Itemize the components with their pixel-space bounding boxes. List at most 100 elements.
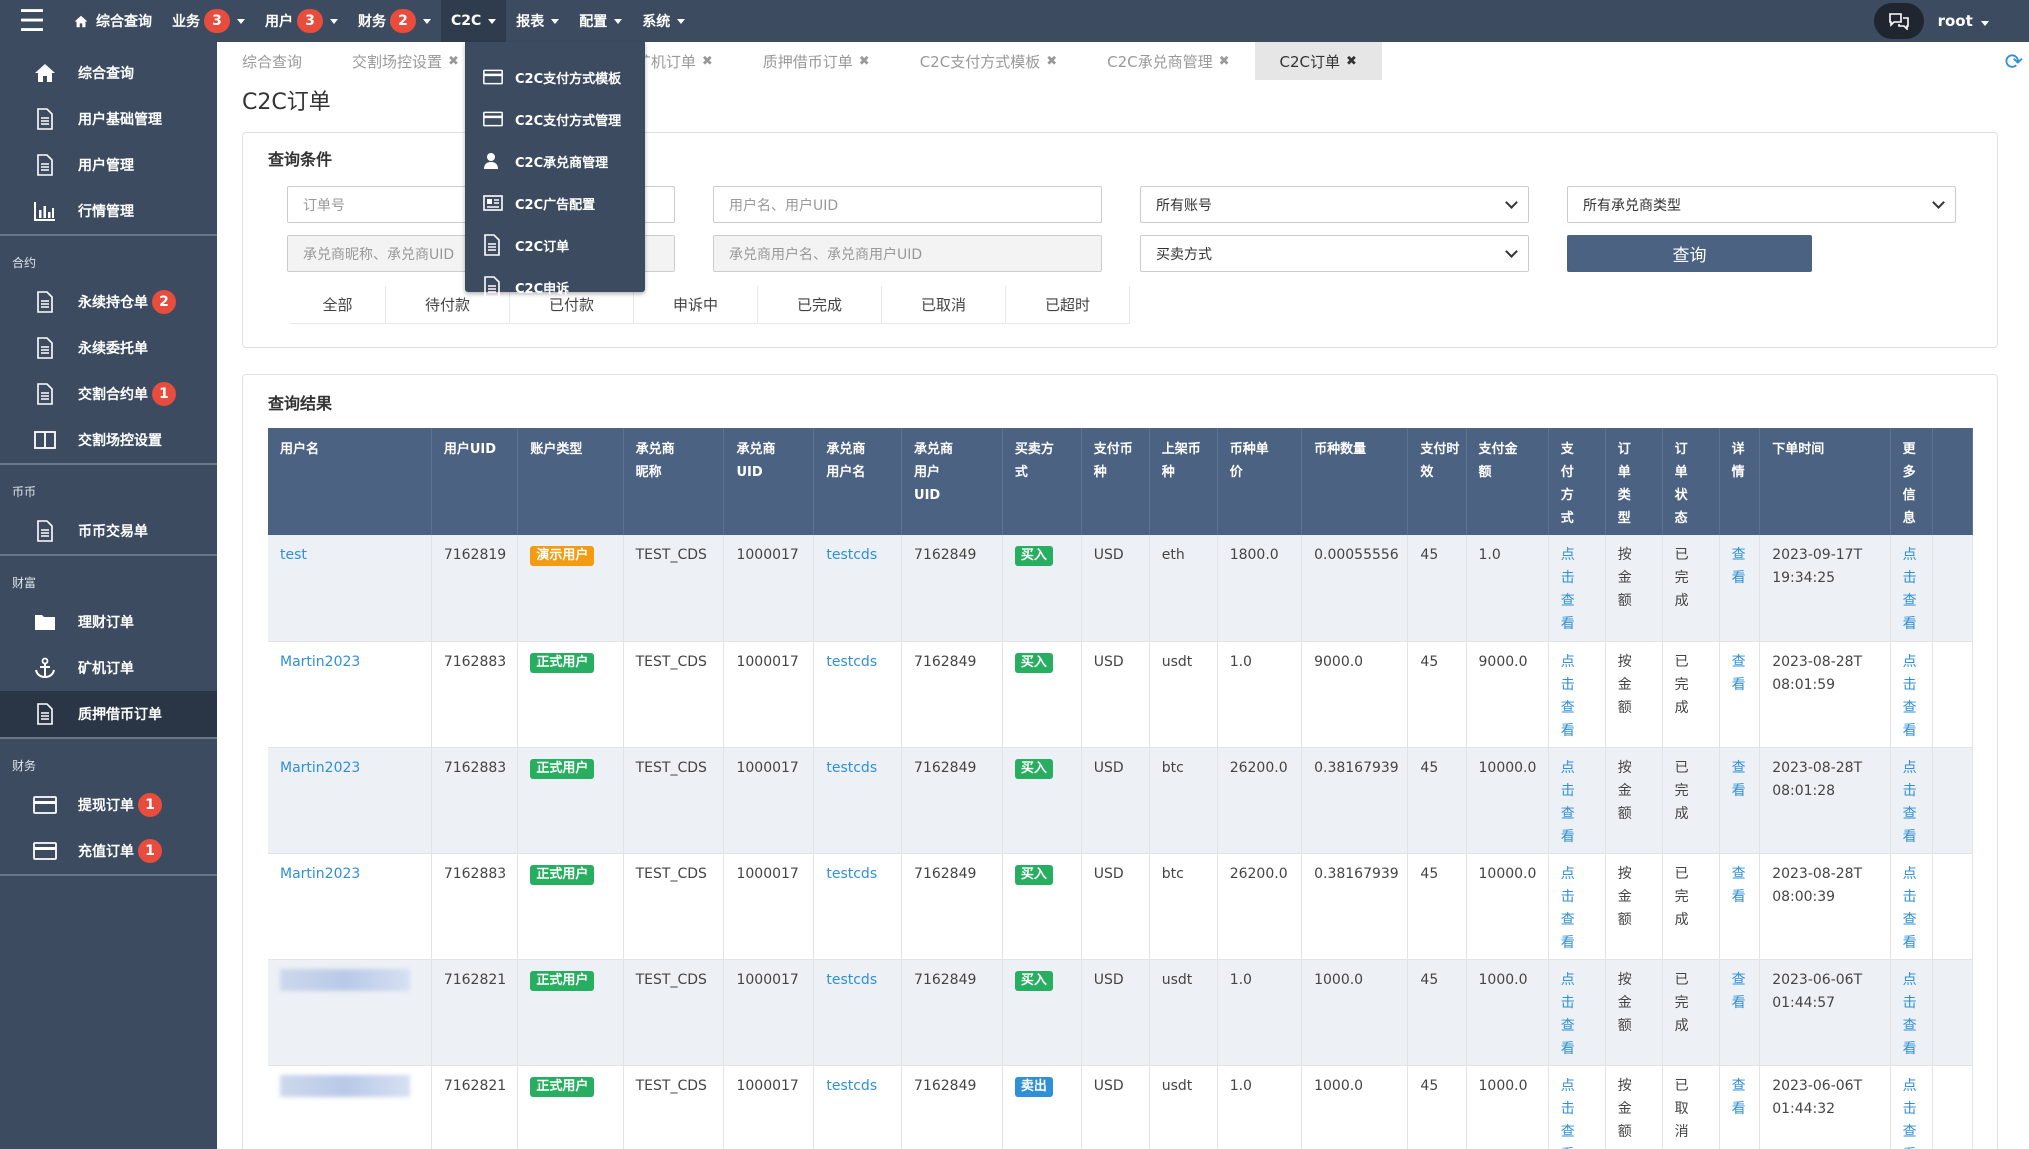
detail-link[interactable]: 查看 bbox=[1732, 863, 1746, 909]
sidebar-item-3-1[interactable]: 矿机订单 bbox=[0, 645, 217, 691]
nav-item-6[interactable]: 配置 bbox=[569, 0, 632, 42]
username-link[interactable]: Martin2023 bbox=[280, 866, 360, 882]
pay_method-link[interactable]: 点击查看 bbox=[1561, 544, 1575, 636]
detail-link[interactable]: 查看 bbox=[1732, 969, 1746, 1015]
detail-link[interactable]: 查看 bbox=[1732, 651, 1746, 697]
nav-item-4[interactable]: C2C bbox=[441, 0, 507, 42]
pay_method-link[interactable]: 点击查看 bbox=[1561, 969, 1575, 1061]
status-tab-6[interactable]: 已超时 bbox=[1006, 286, 1130, 323]
tab-0[interactable]: 综合查询 bbox=[217, 42, 327, 80]
username-link[interactable]: test bbox=[280, 547, 307, 563]
sidebar-item-1-2[interactable]: 交割合约单 1 bbox=[0, 371, 217, 417]
detail-link[interactable]: 查看 bbox=[1732, 757, 1746, 803]
current-user-menu[interactable]: root bbox=[1938, 12, 1989, 30]
chat-icon[interactable] bbox=[1873, 3, 1924, 39]
close-icon[interactable]: ✖ bbox=[702, 54, 713, 69]
dropdown-item-5[interactable]: C2C申诉 bbox=[465, 266, 645, 308]
status-filter-tabs: 全部 待付款 已付款 申诉中 已完成 已取消 已超时 bbox=[290, 286, 1130, 324]
sidebar-item-1-3[interactable]: 交割场控设置 bbox=[0, 417, 217, 463]
sidebar-item-0-3[interactable]: 行情管理 bbox=[0, 188, 217, 234]
sidebar-item-1-0[interactable]: 永续持仓单 2 bbox=[0, 279, 217, 325]
sidebar-item-4-1[interactable]: 充值订单 1 bbox=[0, 828, 217, 874]
user-search-input[interactable]: 用户名、用户UID bbox=[713, 186, 1102, 223]
more-link[interactable]: 点击查看 bbox=[1903, 863, 1917, 955]
cell-more: 点击查看 bbox=[1890, 959, 1934, 1066]
cell-user: test bbox=[268, 535, 432, 642]
table-row: 7162821 正式用户 TEST_CDS 1000017 testcds 7162849… bbox=[268, 1065, 1973, 1149]
cell-price: 1800.0 bbox=[1217, 535, 1303, 642]
pay_method-link[interactable]: 点击查看 bbox=[1561, 757, 1575, 849]
status-tab-5[interactable]: 已取消 bbox=[882, 286, 1006, 323]
tab-7[interactable]: C2C订单 ✖ bbox=[1254, 42, 1382, 80]
status-tab-3[interactable]: 申诉中 bbox=[634, 286, 758, 323]
merchant-user-link[interactable]: testcds bbox=[826, 654, 877, 670]
tab-4[interactable]: 质押借币订单 ✖ bbox=[738, 42, 895, 80]
merchant-user-link[interactable]: testcds bbox=[826, 547, 877, 563]
tab-1[interactable]: 交割场控设置 ✖ bbox=[327, 42, 484, 80]
detail-link[interactable]: 查看 bbox=[1732, 1075, 1746, 1121]
merchant-user-input[interactable]: 承兑商用户名、承兑商用户UID bbox=[713, 235, 1102, 272]
tab-5[interactable]: C2C支付方式模板 ✖ bbox=[895, 42, 1082, 80]
nav-item-5[interactable]: 报表 bbox=[506, 0, 569, 42]
detail-link[interactable]: 查看 bbox=[1732, 544, 1746, 590]
more-link[interactable]: 点击查看 bbox=[1903, 969, 1917, 1061]
sidebar-item-0-0[interactable]: 综合查询 bbox=[0, 50, 217, 96]
sidebar-item-0-2[interactable]: 用户管理 bbox=[0, 142, 217, 188]
merchant-user-link[interactable]: testcds bbox=[826, 760, 877, 776]
status-tab-4[interactable]: 已完成 bbox=[758, 286, 882, 323]
nav-item-2[interactable]: 用户 3 bbox=[255, 0, 348, 42]
direction-select[interactable]: 买卖方式 bbox=[1140, 235, 1529, 272]
more-link[interactable]: 点击查看 bbox=[1903, 757, 1917, 849]
otype-text: 按金额 bbox=[1617, 547, 1632, 609]
blurred-username[interactable] bbox=[280, 1074, 410, 1097]
hamburger-menu-icon[interactable]: ☰ bbox=[0, 0, 64, 42]
merchant-type-select[interactable]: 所有承兑商类型 bbox=[1567, 186, 1956, 223]
merchant-user-link[interactable]: testcds bbox=[826, 866, 877, 882]
sidebar-item-1-1[interactable]: 永续委托单 bbox=[0, 325, 217, 371]
nav-item-7[interactable]: 系统 bbox=[632, 0, 695, 42]
more-link[interactable]: 点击查看 bbox=[1903, 651, 1917, 743]
refresh-icon[interactable]: ⟳ bbox=[2005, 50, 2023, 75]
pay_method-link[interactable]: 点击查看 bbox=[1561, 1075, 1575, 1149]
close-icon[interactable]: ✖ bbox=[859, 54, 870, 69]
dropdown-item-2[interactable]: C2C承兑商管理 bbox=[465, 140, 645, 182]
sidebar-item-3-2[interactable]: 质押借币订单 bbox=[0, 691, 217, 737]
sidebar-item-label: 理财订单 bbox=[78, 615, 134, 631]
close-icon[interactable]: ✖ bbox=[1046, 54, 1057, 69]
dropdown-item-4[interactable]: C2C订单 bbox=[465, 224, 645, 266]
close-icon[interactable]: ✖ bbox=[448, 54, 459, 69]
sidebar-item-3-0[interactable]: 理财订单 bbox=[0, 599, 217, 645]
username-link[interactable]: Martin2023 bbox=[280, 760, 360, 776]
sidebar-item-0-1[interactable]: 用户基础管理 bbox=[0, 96, 217, 142]
dropdown-item-3[interactable]: C2C广告配置 bbox=[465, 182, 645, 224]
dropdown-item-1[interactable]: C2C支付方式管理 bbox=[465, 98, 645, 140]
blurred-username[interactable] bbox=[280, 968, 410, 991]
nav-item-0[interactable]: 综合查询 bbox=[64, 0, 162, 42]
direction-badge: 买入 bbox=[1014, 864, 1053, 885]
tab-6[interactable]: C2C承兑商管理 ✖ bbox=[1082, 42, 1254, 80]
username-link[interactable]: Martin2023 bbox=[280, 654, 360, 670]
more-link[interactable]: 点击查看 bbox=[1903, 1075, 1917, 1149]
account-type-badge: 正式用户 bbox=[530, 1076, 595, 1097]
nav-item-3[interactable]: 财务 2 bbox=[348, 0, 441, 42]
muuid-value: 7162849 bbox=[914, 759, 977, 776]
merchant-user-link[interactable]: testcds bbox=[826, 1078, 877, 1094]
column-header-13: 支付金额 bbox=[1466, 428, 1549, 535]
sidebar-item-4-0[interactable]: 提现订单 1 bbox=[0, 782, 217, 828]
merchant-user-link[interactable]: testcds bbox=[826, 972, 877, 988]
pay_method-link[interactable]: 点击查看 bbox=[1561, 651, 1575, 743]
direction-badge: 买入 bbox=[1014, 758, 1053, 779]
nav-item-1[interactable]: 业务 3 bbox=[162, 0, 255, 42]
status-tab-0[interactable]: 全部 bbox=[290, 286, 386, 323]
sidebar-item-2-0[interactable]: 币币交易单 bbox=[0, 508, 217, 554]
more-link[interactable]: 点击查看 bbox=[1903, 544, 1917, 636]
dropdown-item-0[interactable]: C2C支付方式模板 bbox=[465, 56, 645, 98]
close-icon[interactable]: ✖ bbox=[1219, 54, 1230, 69]
close-icon[interactable]: ✖ bbox=[1346, 54, 1357, 69]
cell-dir: 买入 bbox=[1002, 535, 1082, 642]
cell-qty: 1000.0 bbox=[1301, 1065, 1409, 1149]
query-button[interactable]: 查询 bbox=[1567, 235, 1812, 272]
table-row: Martin2023 7162883 正式用户 TEST_CDS 1000017 test… bbox=[268, 747, 1973, 854]
account-type-select[interactable]: 所有账号 bbox=[1140, 186, 1529, 223]
pay_method-link[interactable]: 点击查看 bbox=[1561, 863, 1575, 955]
